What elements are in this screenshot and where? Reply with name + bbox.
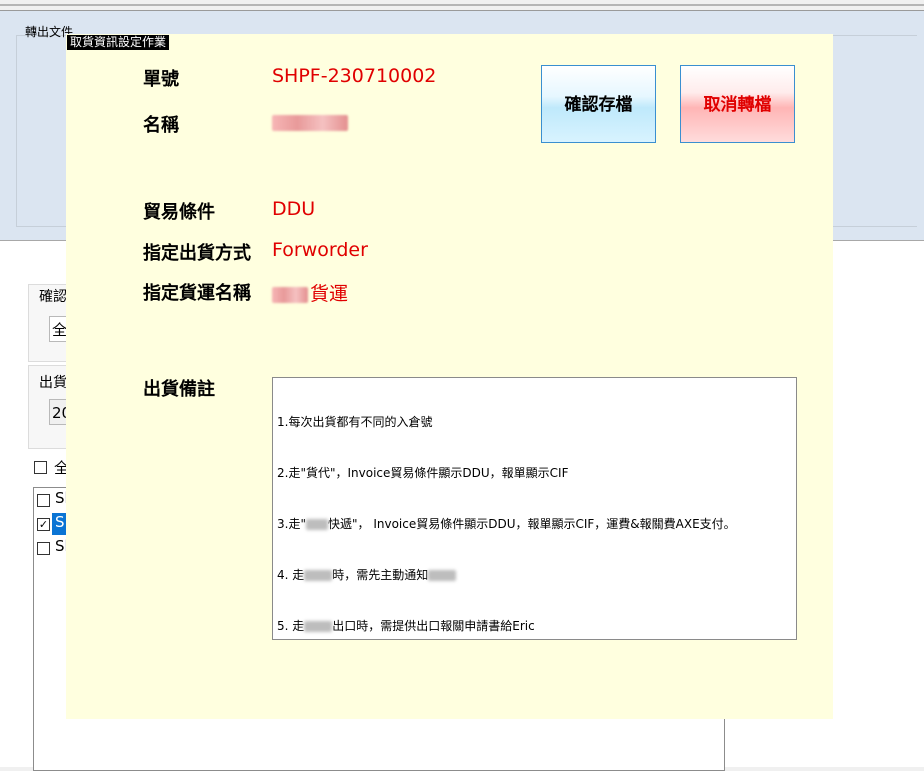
notes-line: 4. 走 時，需先主動通知 — [277, 567, 792, 584]
notes-line: 5. 走 出口時，需提供出口報關申請書給Eric — [277, 618, 792, 635]
notes-line: 1.每次出貨都有不同的入倉號 — [277, 414, 792, 431]
redacted-carrier — [272, 286, 308, 303]
shipping-method-value: Forworder — [272, 239, 368, 261]
name-label: 名稱 — [143, 115, 179, 136]
notes-text: 4. 走 — [277, 568, 305, 582]
confirm-label: 確認 — [39, 289, 67, 305]
trade-terms-value: DDU — [272, 198, 316, 220]
order-no-value: SHPF-230710002 — [272, 65, 437, 87]
notes-text: 時，需先主動通知 — [332, 568, 429, 582]
redacted-name — [272, 114, 348, 131]
name-value — [272, 111, 348, 133]
redacted-text — [428, 570, 457, 581]
carrier-name-label: 指定貨運名稱 — [143, 283, 251, 304]
select-all-checkbox[interactable] — [34, 461, 47, 474]
notes-text: 3.走" — [277, 517, 306, 531]
redacted-text — [304, 621, 333, 632]
notes-text: 快遞"， Invoice貿易條件顯示DDU，報單顯示CIF，運費&報關費AXE支… — [327, 517, 736, 531]
notes-text: 5. 走 — [277, 619, 305, 633]
order-no-label: 單號 — [143, 69, 179, 90]
ship-date-label: 出貨 — [39, 375, 67, 391]
trade-terms-label: 貿易條件 — [143, 202, 215, 223]
list-item[interactable]: S — [55, 513, 65, 531]
notes-label: 出貨備註 — [143, 379, 215, 400]
shipping-info-dialog: 單號 SHPF-230710002 名稱 確認存檔 取消轉檔 貿易條件 DDU … — [66, 34, 833, 719]
carrier-name-value: 貨運 — [272, 279, 348, 306]
list-item-checkbox[interactable]: ✓ — [37, 518, 50, 531]
notes-line: 3.走" 快遞"， Invoice貿易條件顯示DDU，報單顯示CIF，運費&報關費… — [277, 516, 792, 533]
cancel-transfer-button[interactable]: 取消轉檔 — [680, 65, 795, 143]
shipping-notes-textarea[interactable]: 1.每次出貨都有不同的入倉號 2.走"貨代"，Invoice貿易條件顯示DDU，… — [272, 377, 797, 640]
notes-line: 2.走"貨代"，Invoice貿易條件顯示DDU，報單顯示CIF — [277, 465, 792, 482]
redacted-text — [304, 570, 333, 581]
confirm-save-button[interactable]: 確認存檔 — [541, 65, 656, 143]
notes-text: 1.每次出貨都有不同的入倉號 — [277, 415, 433, 429]
shipping-method-label: 指定出貨方式 — [143, 243, 251, 264]
notes-text: 2.走"貨代"，Invoice貿易條件顯示DDU，報單顯示CIF — [277, 466, 569, 480]
notes-text: 出口時，需提供出口報關申請書給Eric — [332, 619, 535, 633]
carrier-name-suffix: 貨運 — [310, 283, 349, 305]
redacted-text — [305, 519, 328, 530]
list-item-checkbox[interactable] — [37, 494, 50, 507]
window-top-border — [0, 0, 924, 11]
list-item-checkbox[interactable] — [37, 542, 50, 555]
dialog-title: 取貨資訊設定作業 — [67, 35, 170, 50]
